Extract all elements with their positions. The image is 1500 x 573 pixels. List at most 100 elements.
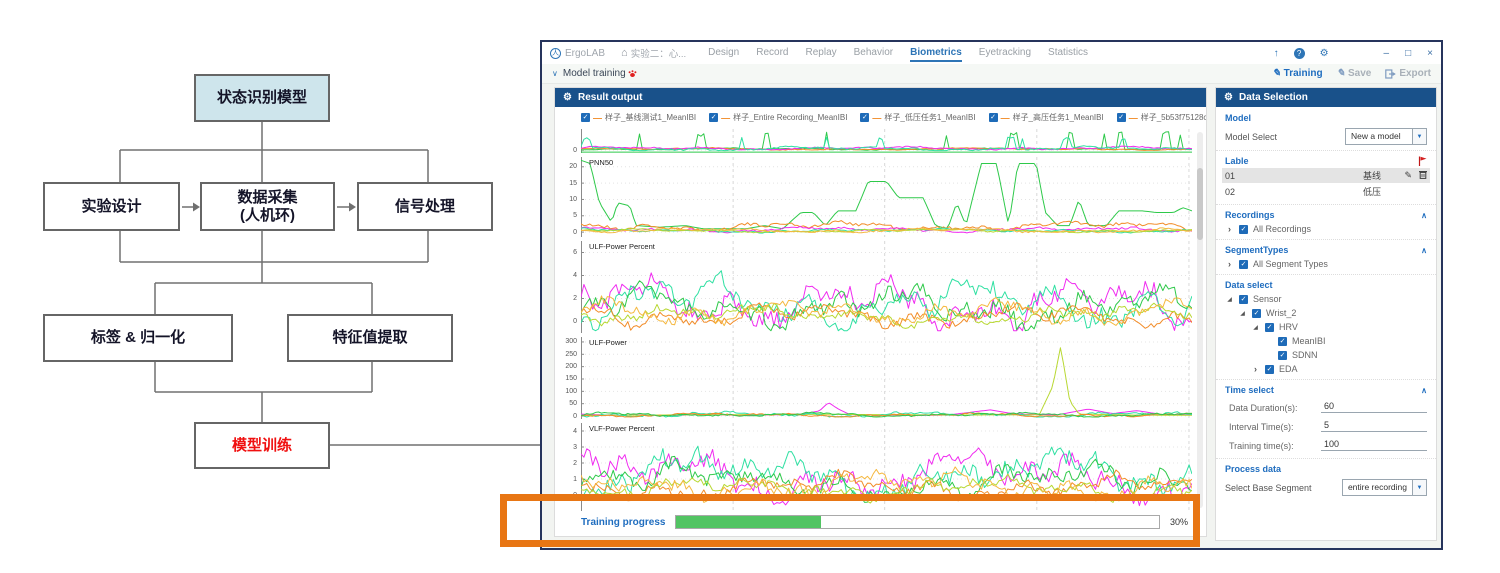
legend-item: —样子_基线测试1_MeanIBI: [581, 112, 696, 123]
pin-icon[interactable]: ↑: [1274, 48, 1279, 59]
meanibi-checkbox[interactable]: [1278, 337, 1287, 346]
expander-icon[interactable]: ◢: [1225, 296, 1234, 303]
save-button[interactable]: ✎Save: [1337, 68, 1372, 79]
all-recordings-checkbox[interactable]: [1239, 225, 1248, 234]
chevron-up-icon[interactable]: ∧: [1421, 211, 1427, 220]
legend-item: —样子_低压任务1_MeanIBI: [860, 112, 975, 123]
chevron-up-icon[interactable]: ∧: [1421, 386, 1427, 395]
result-output-header: ⚙ Result output: [555, 88, 1206, 107]
settings-gear-icon[interactable]: ⚙: [1320, 48, 1329, 59]
gear-icon[interactable]: ⚙: [563, 92, 572, 103]
node-label-line2: (人机环): [240, 207, 295, 224]
chart-legend: —样子_基线测试1_MeanIBI—样子_Entire Recording_Me…: [555, 107, 1206, 128]
tab-record[interactable]: Record: [756, 44, 788, 62]
help-icon[interactable]: ?: [1294, 48, 1305, 59]
training-progress-row: Training progress 30%: [581, 513, 1188, 531]
close-button[interactable]: ×: [1427, 48, 1433, 59]
legend-label: 样子_高压任务1_MeanIBI: [1013, 112, 1104, 123]
expander-icon[interactable]: ›: [1251, 364, 1260, 374]
legend-checkbox[interactable]: [581, 113, 590, 122]
collapse-chevron-icon[interactable]: ∨: [552, 69, 558, 78]
training-button[interactable]: ✎Training: [1272, 68, 1322, 79]
tab-design[interactable]: Design: [708, 44, 739, 62]
chart-plot: [581, 241, 1192, 333]
y-tick-label: 100: [555, 388, 577, 395]
chart-title: ULF-Power Percent: [589, 242, 655, 251]
recordings-header[interactable]: Recordings ∧: [1225, 210, 1427, 220]
hrv-checkbox[interactable]: [1265, 323, 1274, 332]
base-segment-value: entire recording: [1343, 480, 1412, 495]
tab-bar: Design Record Replay Behavior Biometrics Eyet…: [708, 44, 1088, 62]
divider: [1216, 204, 1436, 205]
expander-icon[interactable]: ›: [1225, 224, 1234, 234]
wrist_2-checkbox[interactable]: [1252, 309, 1261, 318]
training-icon: ✎: [1272, 68, 1280, 79]
legend-checkbox[interactable]: [1117, 113, 1126, 122]
y-tick-label: 1: [555, 476, 577, 483]
dropdown-arrow-icon[interactable]: ▼: [1412, 129, 1426, 144]
sdnn-checkbox[interactable]: [1278, 351, 1287, 360]
tab-behavior[interactable]: Behavior: [854, 44, 893, 62]
home-icon[interactable]: ⌂: [621, 47, 628, 59]
save-label: Save: [1348, 68, 1371, 79]
model-select-dropdown[interactable]: New a model ▼: [1345, 128, 1427, 145]
legend-checkbox[interactable]: [860, 113, 869, 122]
export-button[interactable]: Export: [1385, 68, 1431, 79]
tree-label: MeanIBI: [1292, 336, 1326, 346]
time-field-input[interactable]: 5: [1321, 420, 1427, 432]
sensor-checkbox[interactable]: [1239, 295, 1248, 304]
legend-line-icon: —: [721, 113, 730, 123]
chevron-up-icon[interactable]: ∧: [1421, 246, 1427, 255]
tab-biometrics[interactable]: Biometrics: [910, 44, 962, 62]
delete-label-icon[interactable]: [1419, 170, 1427, 181]
edit-label-icon[interactable]: ✎: [1404, 170, 1412, 181]
project-name[interactable]: 实验二：心...: [631, 46, 686, 60]
all-segment-types-checkbox[interactable]: [1239, 260, 1248, 269]
legend-checkbox[interactable]: [709, 113, 718, 122]
chart-scrollbar[interactable]: [1197, 132, 1203, 508]
label-row-icons: ✎: [1397, 170, 1427, 181]
segmenttypes-header[interactable]: SegmentTypes ∧: [1225, 245, 1427, 255]
y-tick-label: 4: [555, 272, 577, 279]
base-segment-dropdown[interactable]: entire recording ▼: [1342, 479, 1427, 496]
app-name: ErgoLAB: [565, 48, 605, 59]
scrollbar-thumb[interactable]: [1197, 168, 1203, 240]
node-label: 状态识别模型: [217, 89, 307, 106]
tree-label: HRV: [1279, 322, 1298, 332]
expander-icon[interactable]: ◢: [1251, 324, 1260, 331]
label-row-02[interactable]: 02低压: [1222, 184, 1430, 199]
add-label-flag-icon[interactable]: [1418, 156, 1427, 166]
time-field-input[interactable]: 60: [1321, 401, 1427, 413]
tab-eyetracking[interactable]: Eyetracking: [979, 44, 1031, 62]
all-segment-types-label: All Segment Types: [1253, 259, 1328, 269]
progress-percent: 30%: [1170, 517, 1188, 527]
time-field-input[interactable]: 100: [1321, 439, 1427, 451]
minimize-button[interactable]: –: [1384, 48, 1390, 59]
expander-icon[interactable]: ›: [1225, 259, 1234, 269]
y-tick-label: 250: [555, 351, 577, 358]
legend-checkbox[interactable]: [989, 113, 998, 122]
legend-label: 样子_5b53f75128c0c_MeanIBI: [1141, 112, 1206, 123]
legend-label: 样子_低压任务1_MeanIBI: [884, 112, 975, 123]
legend-line-icon: —: [593, 113, 602, 123]
data-selection-panel: ⚙ Data Selection Model Model Select New …: [1215, 87, 1437, 541]
screenshot-canvas: 状态识别模型 实验设计 数据采集 (人机环) 信号处理 标签 & 归一化 特征值…: [0, 0, 1500, 573]
chart-plot: [581, 129, 1192, 153]
tab-replay[interactable]: Replay: [806, 44, 837, 62]
tree-label: SDNN: [1292, 350, 1318, 360]
chart-vlf-power-percent: 43210VLF-Power Percent: [555, 423, 1206, 511]
expander-icon[interactable]: ◢: [1238, 310, 1247, 317]
node-label: 信号处理: [395, 198, 455, 215]
gear-icon[interactable]: ⚙: [1224, 92, 1233, 103]
maximize-button[interactable]: □: [1405, 48, 1411, 59]
section-time-select: Time select: [1225, 385, 1274, 395]
y-tick-label: 6: [555, 249, 577, 256]
eda-checkbox[interactable]: [1265, 365, 1274, 374]
label-tag: 低压: [1363, 185, 1397, 198]
time-select-header[interactable]: Time select ∧: [1225, 385, 1427, 395]
legend-line-icon: —: [872, 113, 881, 123]
tab-statistics[interactable]: Statistics: [1048, 44, 1088, 62]
dropdown-arrow-icon[interactable]: ▼: [1412, 480, 1426, 495]
label-row-01[interactable]: 01基线✎: [1222, 168, 1430, 183]
data-selection-title: Data Selection: [1239, 92, 1308, 103]
